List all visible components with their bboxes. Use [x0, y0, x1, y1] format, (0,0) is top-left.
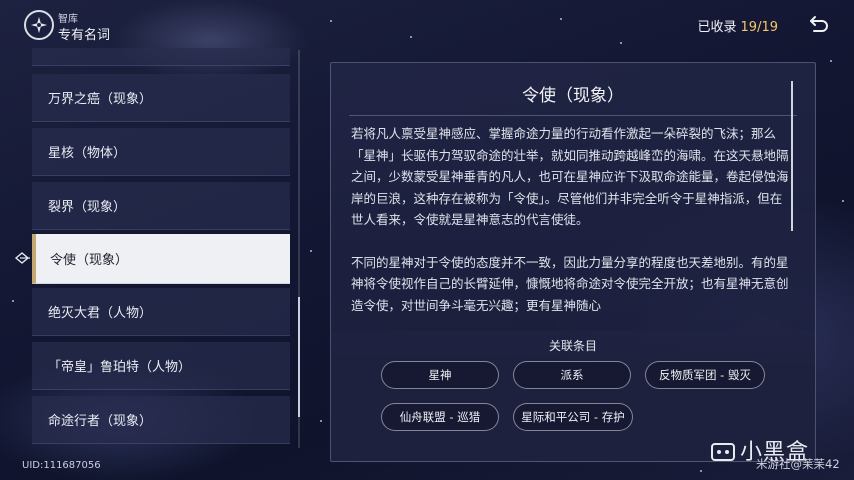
related-chip[interactable]: 星神: [381, 361, 499, 389]
collected-count: 19/19: [740, 20, 778, 35]
list-item[interactable]: 裂界（现象）: [32, 182, 290, 230]
watermark-user: 米游社@苿苿42: [756, 457, 840, 471]
detail-description: 若将凡人禀受星神感应、掌握命途力量的行动看作激起一朵碎裂的飞沫；那么「星神」长驱…: [351, 123, 791, 329]
list-item[interactable]: 万界之癌（现象）: [32, 74, 290, 122]
title-divider: [349, 115, 797, 116]
watermark-box-icon: [711, 443, 735, 461]
uid-label: UID:111687056: [22, 460, 101, 471]
related-chip[interactable]: 派系: [513, 361, 631, 389]
astral-logo-icon: [24, 10, 54, 40]
page-title: 专有名词: [58, 28, 111, 43]
list-scrollbar-thumb[interactable]: [298, 297, 300, 417]
related-chip[interactable]: 反物质军团 - 毁灭: [645, 361, 765, 389]
list-item[interactable]: 「帝皇」鲁珀特（人物）: [32, 342, 290, 390]
collected-counter: 已收录 19/19: [698, 16, 778, 35]
header-bar: 智库 专有名词 已收录 19/19: [0, 0, 854, 50]
list-item[interactable]: 星核（物体）: [32, 128, 290, 176]
header-subtitle: 智库: [58, 14, 78, 25]
term-list: 万界之癌（现象） 星核（物体） 裂界（现象） 令使（现象） 绝灭大君（人物） 「…: [30, 48, 292, 456]
related-chip[interactable]: 星际和平公司 - 存护: [513, 403, 633, 431]
description-paragraph: 若将凡人禀受星神感应、掌握命途力量的行动看作激起一朵碎裂的飞沫；那么「星神」长驱…: [351, 126, 789, 227]
related-label: 关联条目: [548, 339, 597, 353]
list-item[interactable]: 绝灭大君（人物）: [32, 288, 290, 336]
detail-scrollbar[interactable]: [791, 81, 793, 231]
detail-panel: 令使（现象） 若将凡人禀受星神感应、掌握命途力量的行动看作激起一朵碎裂的飞沫；那…: [330, 62, 816, 462]
list-item[interactable]: 命途行者（现象）: [32, 396, 290, 444]
detail-title: 令使（现象）: [522, 86, 624, 106]
list-scrollbar[interactable]: [298, 50, 300, 448]
collected-label: 已收录: [697, 20, 737, 35]
selected-marker-icon: [14, 252, 30, 264]
list-item-partial[interactable]: [32, 48, 290, 66]
description-paragraph: 不同的星神对于令使的态度并不一致，因此力量分享的程度也天差地别。有的星神将令使视…: [351, 254, 789, 313]
list-item-selected[interactable]: 令使（现象）: [32, 234, 290, 284]
back-arrow-icon[interactable]: [808, 14, 830, 34]
related-chip[interactable]: 仙舟联盟 - 巡猎: [381, 403, 499, 431]
